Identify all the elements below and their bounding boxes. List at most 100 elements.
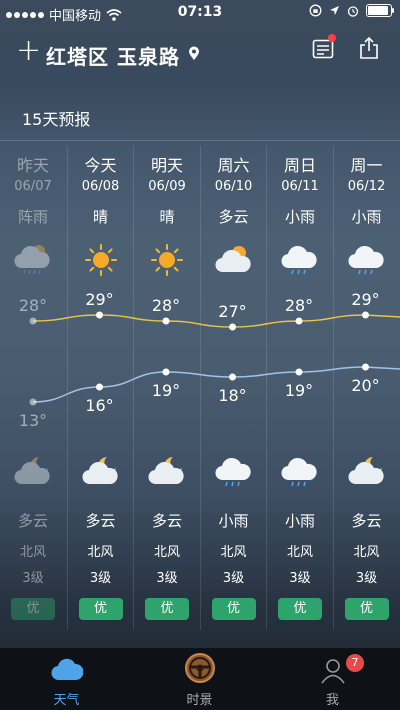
temperature-chart: 28° 13° 29° 16° 28° 19° 27° 18° 28° 19° 29° 20° [19, 290, 400, 430]
day-name: 周日 [283, 156, 316, 175]
low-temp-label: 19° [152, 381, 180, 400]
light-rain-icon [280, 242, 320, 278]
sunny-icon [81, 242, 121, 278]
air-quality-badge[interactable]: 优 [11, 598, 55, 620]
alarm-icon [347, 5, 359, 17]
day-date: 06/08 [81, 179, 120, 194]
header: + 红塔区 玉泉路 [0, 30, 400, 78]
day-condition: 晴 [92, 208, 108, 226]
day-condition: 多云 [218, 208, 249, 226]
high-temp-label: 29° [351, 290, 379, 309]
high-temp-label: 27° [218, 302, 246, 321]
air-quality-badge[interactable]: 优 [211, 598, 256, 620]
location-title[interactable]: 红塔区 玉泉路 [46, 41, 180, 70]
unread-badge: 7 [346, 654, 364, 672]
night-condition: 多云 [151, 512, 182, 530]
steering-wheel-icon [185, 653, 215, 683]
high-temp-point [29, 317, 37, 325]
cloud-icon [51, 658, 83, 681]
low-temp-label: 20° [351, 376, 379, 395]
light-rain-icon [214, 454, 254, 490]
day-date: 06/11 [281, 179, 319, 194]
high-temp-label: 28° [285, 296, 313, 315]
day-date: 06/12 [347, 179, 386, 194]
low-temp-label: 19° [285, 381, 313, 400]
share-button[interactable] [358, 36, 380, 64]
wind-level: 3级 [89, 571, 112, 586]
day-date: 06/07 [14, 179, 52, 194]
air-quality-badge[interactable]: 优 [78, 598, 123, 620]
day-condition: 小雨 [284, 208, 315, 226]
day-name: 今天 [84, 156, 117, 175]
air-quality-badge[interactable]: 优 [145, 598, 189, 620]
tab-scenery[interactable]: 时景 [133, 648, 266, 710]
rotation-lock-icon [309, 4, 322, 17]
high-temp-point [295, 317, 303, 325]
high-temp-point [362, 311, 369, 319]
wind-direction: 北风 [353, 545, 380, 560]
battery-icon [366, 4, 394, 17]
low-temp-point [229, 373, 236, 381]
low-temp-point [29, 398, 37, 406]
tab-scenery-label: 时景 [186, 693, 213, 708]
wind-level: 3级 [22, 571, 44, 586]
partly-cloudy-night-icon [347, 454, 387, 490]
notification-dot [328, 34, 336, 42]
location-arrow-icon [330, 6, 339, 15]
shower-rain-icon [13, 242, 53, 278]
day-condition: 晴 [159, 208, 175, 226]
share-icon [360, 36, 378, 59]
low-temp-label: 16° [85, 396, 113, 415]
high-temp-label: 28° [152, 296, 180, 315]
day-name: 明天 [150, 156, 183, 175]
day-name: 周一 [350, 156, 383, 175]
light-rain-icon [347, 242, 387, 278]
wind-direction: 北风 [153, 545, 180, 560]
section-divider [0, 140, 400, 141]
status-icons [309, 4, 394, 17]
low-temp-point [162, 368, 170, 376]
wind-level: 3级 [355, 571, 378, 586]
night-condition: 多云 [85, 512, 116, 530]
status-bar: 中国移动 07:13 [0, 0, 400, 26]
wind-direction: 北风 [87, 545, 114, 560]
high-temp-point [96, 311, 103, 319]
day-date: 06/10 [214, 179, 253, 194]
news-button[interactable] [312, 34, 336, 64]
air-quality-badge[interactable]: 优 [278, 598, 322, 620]
tab-bar: 天气 时景 7 我 [0, 648, 400, 710]
wind-level: 3级 [222, 571, 245, 586]
wind-level: 3级 [156, 571, 178, 586]
light-rain-icon [280, 454, 320, 490]
partly-cloudy-night-icon [13, 454, 53, 490]
location-pin-icon [189, 46, 199, 60]
partly-cloudy-icon [214, 242, 254, 278]
high-temp-label: 28° [19, 296, 47, 315]
user-icon [321, 659, 345, 684]
high-temp-point [162, 317, 170, 325]
night-condition: 小雨 [284, 512, 315, 530]
day-name: 周六 [217, 156, 250, 175]
day-date: 06/09 [148, 179, 186, 194]
low-temp-label: 13° [19, 411, 47, 430]
low-temp-point [362, 363, 369, 371]
forecast-title: 15天预报 [22, 110, 91, 129]
low-temp-point [295, 368, 303, 376]
air-quality-badge[interactable]: 优 [344, 598, 389, 620]
tab-me[interactable]: 7 我 [266, 648, 399, 710]
tab-me-label: 我 [325, 693, 339, 708]
tab-weather-label: 天气 [53, 693, 80, 708]
wind-direction: 北风 [19, 545, 46, 560]
high-temp-label: 29° [85, 290, 113, 309]
night-condition: 多云 [351, 512, 382, 530]
wind-direction: 北风 [286, 545, 313, 560]
day-name: 昨天 [16, 156, 49, 175]
add-city-button[interactable]: + [16, 36, 41, 66]
sunny-icon [147, 242, 187, 278]
wind-direction: 北风 [220, 545, 247, 560]
day-condition: 阵雨 [17, 208, 48, 226]
wind-level: 3级 [289, 571, 311, 586]
low-temp-point [96, 383, 103, 391]
tab-weather[interactable]: 天气 [0, 648, 133, 710]
low-temp-label: 18° [218, 386, 246, 405]
